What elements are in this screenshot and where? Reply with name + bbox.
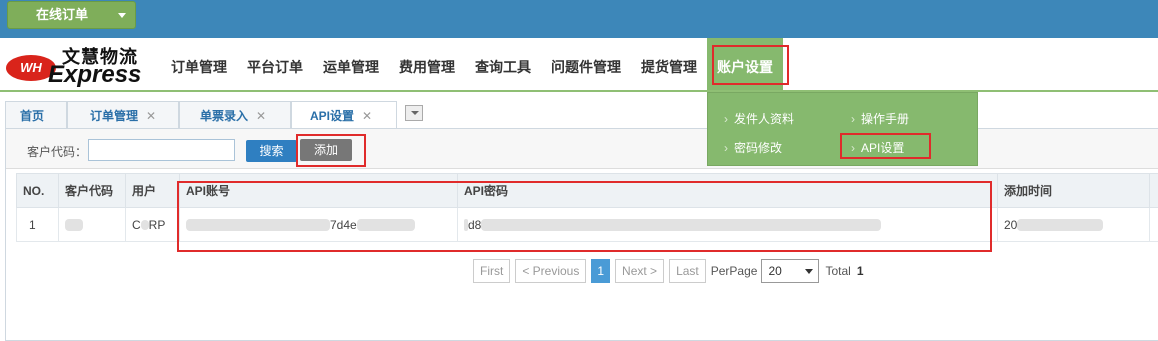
tab-label: 单票录入 bbox=[200, 109, 249, 123]
previous-page-button[interactable]: < Previous bbox=[515, 259, 587, 283]
tab-label: 订单管理 bbox=[90, 109, 139, 123]
highlight-account-settings bbox=[712, 45, 789, 85]
search-toolbar: 客户代码： 搜索 添加 bbox=[6, 129, 1158, 169]
first-page-button[interactable]: First bbox=[473, 259, 511, 283]
highlight-api-columns bbox=[177, 181, 992, 252]
menu-item-user-manual[interactable]: 操作手册 bbox=[851, 110, 909, 127]
tab-order-management[interactable]: 订单管理 ✕ bbox=[67, 101, 179, 129]
search-button[interactable]: 搜索 bbox=[246, 140, 297, 162]
total-count: Total 1 bbox=[825, 264, 863, 278]
nav-item-waybill-management[interactable]: 运单管理 bbox=[313, 38, 389, 92]
tab-label: API设置 bbox=[310, 109, 355, 123]
column-header-extra bbox=[1149, 173, 1158, 208]
cell-added-time: 20 bbox=[997, 207, 1150, 242]
per-page-label: PerPage bbox=[710, 264, 758, 278]
column-header-added-time[interactable]: 添加时间 bbox=[997, 173, 1150, 208]
highlight-api-settings-menu bbox=[840, 133, 931, 159]
cell-customer-code bbox=[58, 207, 126, 242]
total-value: 1 bbox=[856, 264, 864, 278]
column-header-customer-code[interactable]: 客户代码 bbox=[58, 173, 126, 208]
logo-en: Express bbox=[48, 61, 142, 88]
pagination: First < Previous 1 Next > Last PerPage 2… bbox=[473, 259, 864, 283]
online-order-button[interactable]: 在线订单 bbox=[7, 1, 136, 29]
current-page[interactable]: 1 bbox=[591, 259, 611, 283]
close-icon[interactable]: ✕ bbox=[256, 109, 266, 123]
nav-item-problem-parcels[interactable]: 问题件管理 bbox=[541, 38, 631, 92]
online-order-label: 在线订单 bbox=[36, 7, 89, 22]
customer-code-input[interactable] bbox=[88, 139, 235, 161]
next-page-button[interactable]: Next > bbox=[615, 259, 665, 283]
per-page-select[interactable]: 20 bbox=[761, 259, 820, 283]
cell-extra bbox=[1149, 207, 1158, 242]
menu-item-sender-profile[interactable]: 发件人资料 bbox=[724, 110, 794, 127]
nav-item-order-management[interactable]: 订单管理 bbox=[161, 38, 237, 92]
cell-no: 1 bbox=[16, 207, 59, 242]
main-nav: 订单管理 平台订单 运单管理 费用管理 查询工具 问题件管理 提货管理 账户设置 bbox=[161, 38, 783, 92]
tab-list-dropdown-icon[interactable] bbox=[405, 105, 423, 121]
last-page-button[interactable]: Last bbox=[669, 259, 706, 283]
nav-item-query-tools[interactable]: 查询工具 bbox=[465, 38, 541, 92]
nav-item-pickup-management[interactable]: 提货管理 bbox=[631, 38, 707, 92]
header-divider bbox=[0, 90, 1158, 92]
logo[interactable]: WH 文慧物流 Express bbox=[6, 43, 146, 88]
tab-api-settings[interactable]: API设置 ✕ bbox=[291, 101, 397, 129]
top-bar: 在线订单 bbox=[0, 0, 1158, 38]
tab-label: 首页 bbox=[20, 109, 45, 123]
customer-code-label: 客户代码： bbox=[27, 145, 88, 159]
nav-item-platform-orders[interactable]: 平台订单 bbox=[237, 38, 313, 92]
column-header-user[interactable]: 用户 bbox=[125, 173, 180, 208]
nav-item-fee-management[interactable]: 费用管理 bbox=[389, 38, 465, 92]
tab-home[interactable]: 首页 bbox=[5, 101, 67, 129]
close-icon[interactable]: ✕ bbox=[146, 109, 156, 123]
tab-bar: 首页 订单管理 ✕ 单票录入 ✕ API设置 ✕ bbox=[5, 101, 423, 129]
cell-user: C RP bbox=[125, 207, 180, 242]
chevron-down-icon bbox=[118, 13, 126, 18]
close-icon[interactable]: ✕ bbox=[362, 109, 372, 123]
total-label: Total bbox=[825, 264, 851, 278]
menu-item-change-password[interactable]: 密码修改 bbox=[724, 139, 782, 156]
header: WH 文慧物流 Express 订单管理 平台订单 运单管理 费用管理 查询工具… bbox=[0, 38, 1158, 92]
column-header-no[interactable]: NO. bbox=[16, 173, 59, 208]
tab-single-entry[interactable]: 单票录入 ✕ bbox=[179, 101, 291, 129]
highlight-add-button bbox=[296, 134, 366, 167]
